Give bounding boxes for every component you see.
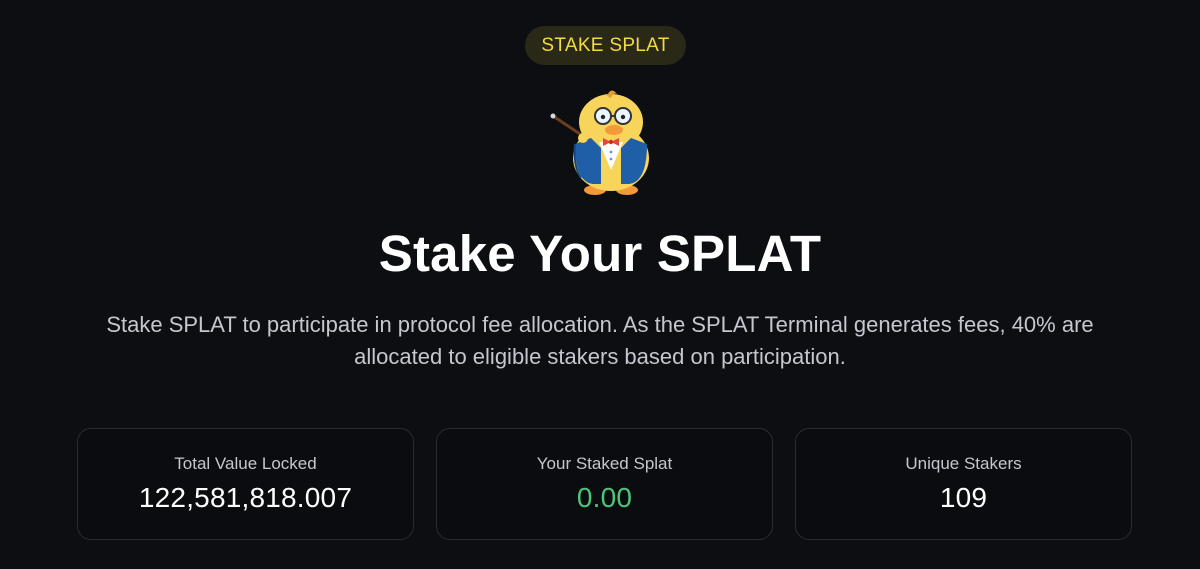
stat-value: 122,581,818.007 xyxy=(138,482,353,513)
stat-card-unique-stakers: Unique Stakers 109 xyxy=(795,428,1132,540)
page-description: Stake SPLAT to participate in protocol f… xyxy=(106,312,1094,369)
duck-professor-mascot-icon xyxy=(545,86,665,198)
stat-label: Your Staked Splat xyxy=(536,454,673,473)
stat-card-total-value-locked: Total Value Locked 122,581,818.007 xyxy=(77,428,414,540)
badge-label: STAKE SPLAT xyxy=(541,34,670,56)
stats-cards: Total Value Locked 122,581,818.007 Your … xyxy=(77,428,1132,540)
stat-label: Unique Stakers xyxy=(905,454,1022,473)
stat-value: 109 xyxy=(939,482,988,513)
stat-card-your-staked-splat: Your Staked Splat 0.00 xyxy=(436,428,773,540)
stake-splat-badge: STAKE SPLAT xyxy=(525,26,686,65)
stat-label: Total Value Locked xyxy=(174,454,317,473)
page-title: Stake Your SPLAT xyxy=(378,225,822,282)
stake-page: STAKE SPLAT Stake Your SPLAT Stake SPLAT… xyxy=(0,0,1200,569)
stat-value: 0.00 xyxy=(576,482,633,513)
